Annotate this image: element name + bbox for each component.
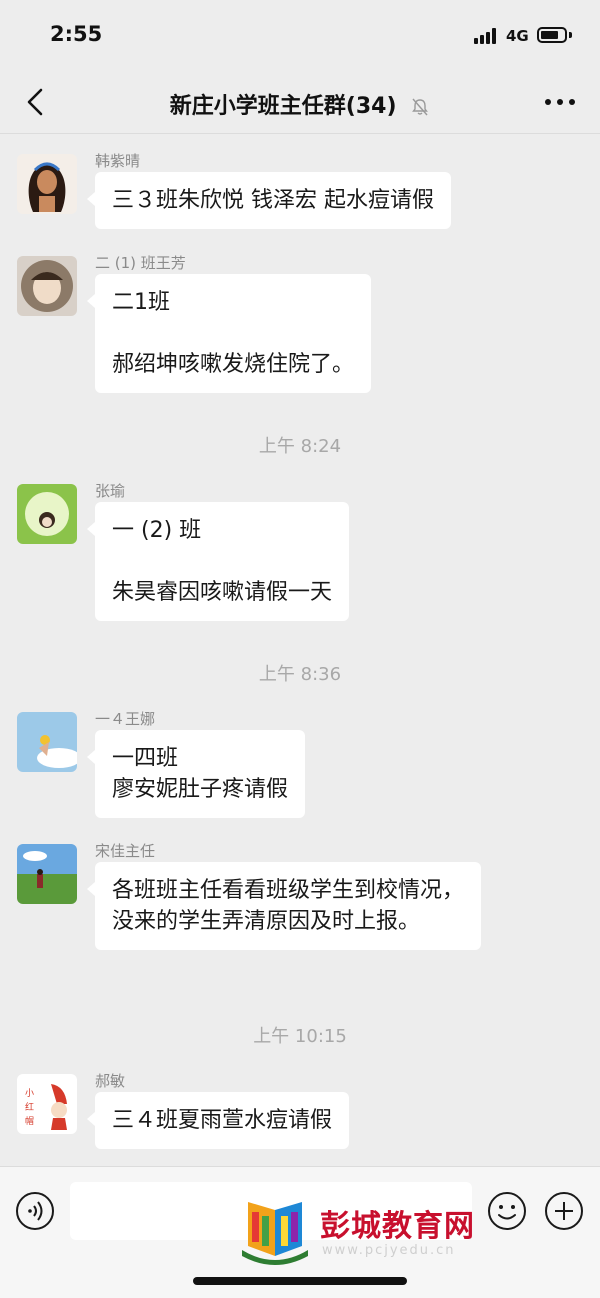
message-bubble[interactable]: 二1班 郝绍坤咳嗽发烧住院了。 [86,274,372,393]
message-bubble[interactable]: 一四班 廖安妮肚子疼请假 [86,730,306,818]
avatar[interactable] [17,712,77,772]
more-icon[interactable] [544,98,576,106]
avatar[interactable] [17,154,77,214]
sender-name: 韩紫晴 [95,152,141,170]
mute-bell-icon [412,98,429,116]
avatar[interactable] [17,256,77,316]
message-bubble[interactable]: 各班班主任看看班级学生到校情况，没来的学生弄清原因及时上报。 [87,862,481,950]
svg-text:红: 红 [25,1101,34,1113]
watermark: 彭城教育网 www.pcjyedu.cn [238,1198,510,1270]
timestamp: 上午 8:36 [258,664,342,685]
status-bar: 2:55 4G [0,0,600,70]
svg-text:帽: 帽 [25,1115,34,1127]
voice-icon[interactable] [15,1191,55,1231]
timestamp: 上午 8:24 [258,436,342,457]
message-input[interactable]: 彭城教育网 www.pcjyedu.cn [70,1182,474,1265]
battery-icon [537,27,567,43]
sender-name: 一４王娜 [95,710,156,728]
sender-name: 二 (1) 班王芳 [95,254,186,272]
watermark-url: www.pcjyedu.cn [322,1243,456,1258]
chat-title: 新庄小学班主任群(34) [169,94,397,119]
chat-title-wrap[interactable]: 新庄小学班主任群(34) [0,88,600,120]
message-bubble[interactable]: 三４班夏雨萱水痘请假 [86,1092,350,1149]
sender-name: 张瑜 [95,482,126,500]
message-bubble[interactable]: 一 (2) 班 朱昊睿因咳嗽请假一天 [86,502,350,621]
timestamp: 上午 10:15 [253,1026,347,1047]
sender-name: 宋佳主任 [95,842,156,860]
status-time: 2:55 [50,22,103,46]
input-bar: 彭城教育网 www.pcjyedu.cn [0,1166,600,1298]
sender-name: 郝敏 [95,1072,126,1090]
plus-icon[interactable] [544,1191,584,1231]
emoji-icon[interactable] [487,1191,527,1231]
message-bubble[interactable]: 三３班朱欣悦 钱泽宏 起水痘请假 [87,172,451,229]
battery-cap [569,32,572,38]
network-label: 4G [506,27,529,45]
signal-icon [474,28,500,44]
nav-bar: 新庄小学班主任群(34) [0,70,600,134]
book-logo-icon [242,1202,308,1265]
home-indicator[interactable] [193,1277,407,1285]
svg-text:小: 小 [25,1088,34,1099]
chat-area[interactable]: 韩紫晴 三３班朱欣悦 钱泽宏 起水痘请假 二 (1) 班王芳 二1班 郝绍坤咳嗽… [0,134,600,1166]
avatar[interactable]: 小 红 帽 [17,1074,77,1134]
avatar[interactable] [17,844,77,904]
watermark-text: 彭城教育网 [320,1209,475,1244]
avatar[interactable] [17,484,77,544]
